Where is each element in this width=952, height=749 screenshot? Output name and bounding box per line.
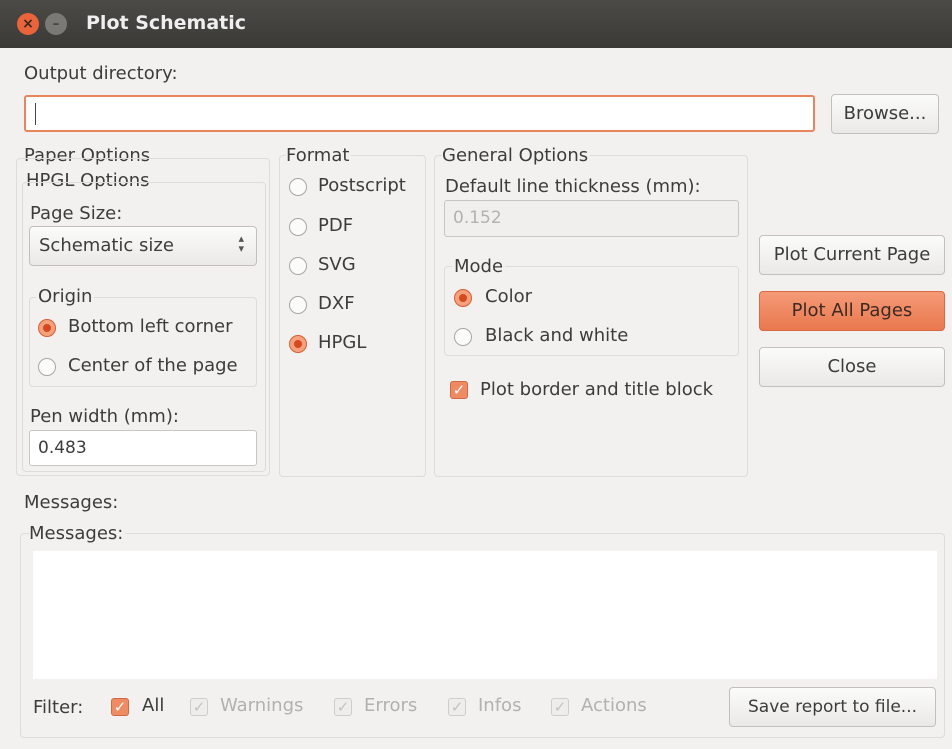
updown-arrow-icon: ▴ ▾ [238, 232, 244, 255]
plot-all-pages-button[interactable]: Plot All Pages [759, 291, 945, 331]
output-directory-label: Output directory: [24, 63, 178, 84]
filter-infos-checkbox[interactable]: ✓ [448, 698, 466, 716]
format-pdf-radio[interactable] [289, 218, 307, 236]
filter-errors-checkbox[interactable]: ✓ [334, 698, 352, 716]
messages-group-label: Messages: [29, 523, 126, 544]
origin-center-label: Center of the page [68, 355, 238, 376]
format-hpgl-label: HPGL [318, 332, 367, 353]
minimize-window-icon[interactable]: – [45, 13, 67, 35]
format-group [279, 155, 426, 477]
title-bar: × – Plot Schematic [0, 0, 952, 48]
output-directory-input[interactable] [24, 95, 815, 132]
filter-warnings-label: Warnings [220, 695, 304, 716]
format-postscript-radio[interactable] [289, 178, 307, 196]
origin-center-radio[interactable] [38, 358, 56, 376]
origin-label: Origin [36, 286, 95, 307]
close-window-icon[interactable]: × [17, 13, 39, 35]
browse-button[interactable]: Browse... [831, 94, 939, 134]
close-button[interactable]: Close [759, 347, 945, 387]
page-size-select[interactable]: Schematic size ▴ ▾ [29, 226, 257, 266]
format-svg-radio[interactable] [289, 257, 307, 275]
save-report-button[interactable]: Save report to file... [729, 687, 936, 727]
plot-border-label: Plot border and title block [480, 379, 714, 400]
format-hpgl-radio[interactable] [289, 335, 307, 353]
format-dxf-label: DXF [318, 293, 355, 314]
filter-all-label: All [142, 695, 165, 716]
mode-color-radio[interactable] [454, 289, 472, 307]
filter-errors-label: Errors [364, 695, 418, 716]
page-size-value: Schematic size [39, 235, 174, 256]
messages-text-area[interactable] [33, 551, 937, 679]
line-thickness-label: Default line thickness (mm): [445, 176, 701, 197]
text-caret [35, 103, 36, 125]
plot-current-page-button[interactable]: Plot Current Page [759, 235, 945, 275]
messages-label: Messages: [24, 492, 119, 513]
origin-bottom-left-radio[interactable] [38, 319, 56, 337]
mode-color-label: Color [485, 286, 532, 307]
filter-label: Filter: [33, 697, 84, 718]
format-postscript-label: Postscript [318, 175, 406, 196]
general-options-label: General Options [442, 145, 591, 166]
plot-border-checkbox[interactable]: ✓ [450, 381, 468, 399]
filter-actions-checkbox[interactable]: ✓ [551, 698, 569, 716]
origin-bottom-left-label: Bottom left corner [68, 316, 233, 337]
filter-actions-label: Actions [581, 695, 647, 716]
mode-bw-label: Black and white [485, 325, 629, 346]
format-svg-label: SVG [318, 254, 356, 275]
mode-label: Mode [452, 256, 506, 277]
filter-all-checkbox[interactable]: ✓ [111, 698, 129, 716]
format-pdf-label: PDF [318, 215, 354, 236]
filter-infos-label: Infos [478, 695, 522, 716]
filter-warnings-checkbox[interactable]: ✓ [190, 698, 208, 716]
pen-width-label: Pen width (mm): [30, 406, 179, 427]
mode-bw-radio[interactable] [454, 328, 472, 346]
format-dxf-radio[interactable] [289, 296, 307, 314]
pen-width-input[interactable]: 0.483 [29, 430, 257, 466]
format-label: Format [286, 145, 352, 166]
line-thickness-input[interactable]: 0.152 [444, 200, 739, 237]
page-size-label: Page Size: [30, 203, 123, 224]
window-title: Plot Schematic [86, 12, 247, 34]
